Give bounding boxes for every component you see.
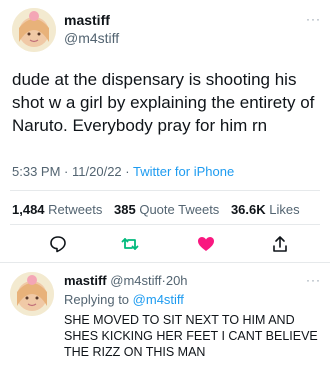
replying-to-handle[interactable]: @m4stiff — [133, 292, 184, 307]
meta-separator: · — [125, 164, 130, 179]
share-button[interactable] — [270, 234, 290, 254]
avatar-image — [10, 272, 54, 316]
tweet-time[interactable]: 5:33 PM — [12, 164, 60, 179]
divider — [0, 262, 330, 263]
share-icon — [273, 236, 287, 252]
divider — [10, 190, 320, 191]
retweet-button[interactable] — [120, 234, 140, 254]
meta-separator: · — [64, 164, 69, 179]
avatar-image — [12, 8, 56, 52]
author-name[interactable]: mastiff — [64, 12, 110, 28]
like-button[interactable] — [196, 234, 216, 254]
reply-more-options-button[interactable]: ··· — [306, 273, 321, 287]
reply-time[interactable]: 20h — [166, 273, 188, 288]
replying-to: Replying to @m4stiff — [64, 292, 184, 307]
reply-header: mastiff @m4stiff·20h — [64, 273, 188, 288]
author-handle[interactable]: @m4stiff — [64, 30, 119, 46]
retweets-stat[interactable]: 1,484 Retweets — [12, 202, 102, 217]
heart-icon — [198, 237, 214, 251]
reply-author-avatar[interactable] — [10, 272, 54, 316]
reply-author-handle[interactable]: @m4stiff — [110, 273, 161, 288]
divider — [10, 224, 320, 225]
comment-icon — [50, 236, 66, 253]
retweet-icon — [121, 238, 139, 250]
likes-stat[interactable]: 36.6K Likes — [231, 202, 300, 217]
tweet-source[interactable]: Twitter for iPhone — [133, 164, 234, 179]
tweet-meta: 5:33 PM · 11/20/22 · Twitter for iPhone — [12, 164, 234, 179]
tweet-text: dude at the dispensary is shooting his s… — [12, 70, 315, 135]
reply-button[interactable] — [48, 234, 68, 254]
tweet-date[interactable]: 11/20/22 — [72, 164, 122, 179]
quotes-stat[interactable]: 385 Quote Tweets — [114, 202, 219, 217]
more-options-button[interactable]: ··· — [306, 12, 321, 26]
reply-author-name[interactable]: mastiff — [64, 273, 107, 288]
tweet-stats: 1,484 Retweets 385 Quote Tweets 36.6K Li… — [12, 202, 300, 217]
replying-prefix: Replying to — [64, 292, 130, 307]
reply-text: SHE MOVED TO SIT NEXT TO HIM AND SHES KI… — [64, 313, 318, 359]
author-avatar[interactable] — [12, 8, 56, 52]
